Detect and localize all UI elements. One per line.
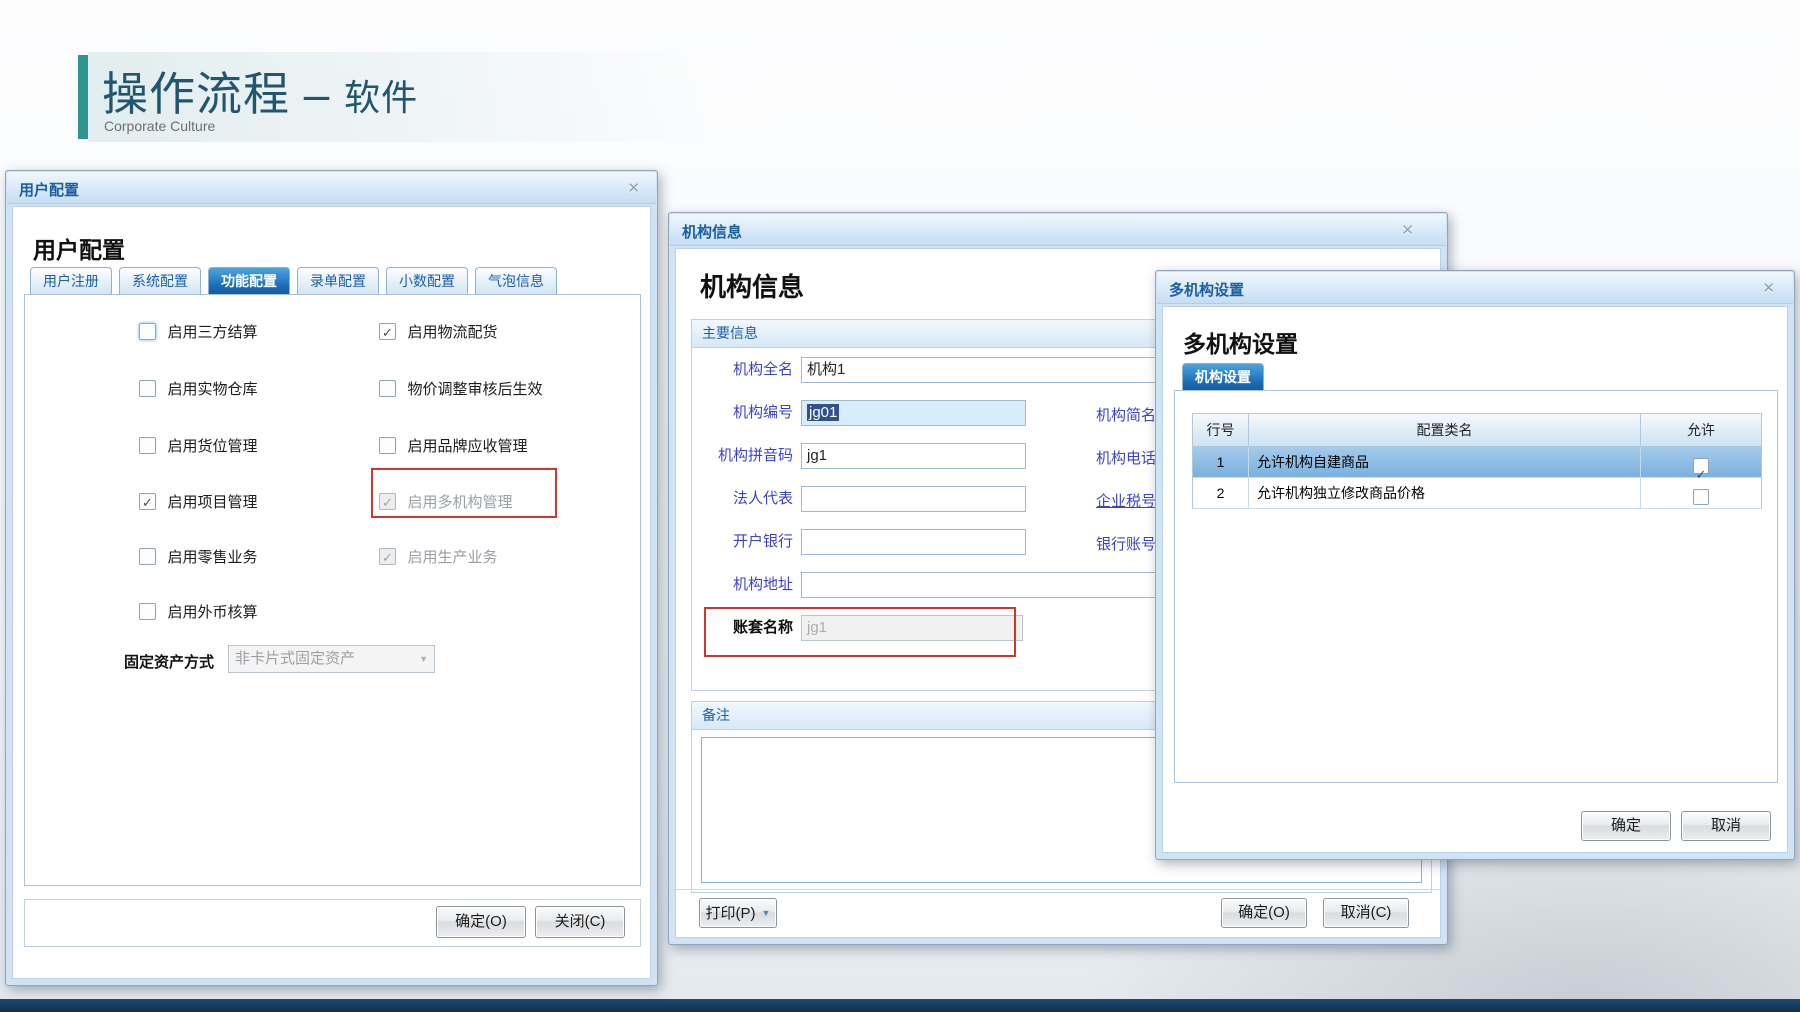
user-config-window-title: 用户配置 [19, 179, 79, 200]
page-subtitle: Corporate Culture [104, 118, 215, 134]
slide: 操作流程 – 软件 Corporate Culture 用户配置 ✕ 用户配置 … [0, 0, 1800, 1012]
page-title: 操作流程 – 软件 [102, 58, 418, 124]
checkbox-enable-bin-management[interactable]: 启用货位管理 [139, 435, 257, 455]
checkbox-icon[interactable] [139, 548, 156, 565]
checkbox-price-adjust-after-audit[interactable]: 物价调整审核后生效 [379, 378, 542, 398]
checkbox-enable-foreign-currency[interactable]: 启用外币核算 [139, 601, 257, 621]
fixed-asset-select[interactable]: 非卡片式固定资产 ▼ [228, 645, 435, 673]
ok-button[interactable]: 确定(O) [1221, 898, 1307, 928]
fixed-asset-value: 非卡片式固定资产 [235, 650, 355, 667]
bank-account-label: 银行账号 [1096, 533, 1156, 554]
tab-org-settings[interactable]: 机构设置 [1182, 363, 1264, 391]
checkbox-icon[interactable] [379, 437, 396, 454]
col-header-allow: 允许 [1641, 414, 1761, 447]
checkbox-icon[interactable] [139, 603, 156, 620]
col-header-row-number: 行号 [1193, 414, 1249, 447]
checkbox-enable-physical-warehouse[interactable]: 启用实物仓库 [139, 378, 257, 398]
checkbox-enable-logistics-distribution[interactable]: ✓ 启用物流配货 [379, 321, 497, 341]
org-phone-label: 机构电话 [1096, 447, 1156, 468]
page-title-main: 操作流程 – [102, 68, 330, 120]
ok-button[interactable]: 确定(O) [436, 906, 526, 938]
org-footer-divider [676, 889, 1440, 890]
multi-org-window-title: 多机构设置 [1169, 279, 1244, 300]
user-config-titlebar[interactable]: 用户配置 ✕ [7, 172, 656, 204]
checkbox-enable-brand-receivable[interactable]: 启用品牌应收管理 [379, 435, 527, 455]
tab-entry-config[interactable]: 录单配置 [297, 267, 379, 295]
checkbox-icon[interactable] [379, 380, 396, 397]
user-config-heading: 用户配置 [33, 231, 125, 265]
checkbox-icon[interactable]: ✓ [139, 493, 156, 510]
org-shortname-label: 机构简名 [1096, 404, 1156, 425]
cancel-button[interactable]: 取消(C) [1323, 898, 1409, 928]
org-code-input[interactable]: jg01 [801, 400, 1026, 426]
ok-button[interactable]: 确定 [1581, 811, 1671, 841]
title-accent-bar [78, 55, 88, 139]
tab-decimal-config[interactable]: 小数配置 [386, 267, 468, 295]
slide-bottom-bar [0, 999, 1800, 1012]
org-config-table: 行号 配置类名 允许 1 允许机构自建商品 ✓ 2 允许机构独立修改商品价格 [1192, 413, 1762, 509]
org-info-window-title: 机构信息 [682, 221, 742, 242]
multi-org-titlebar[interactable]: 多机构设置 ✕ [1157, 272, 1793, 304]
col-header-config-name: 配置类名 [1249, 414, 1641, 447]
tax-number-label: 企业税号 [1096, 490, 1156, 511]
checkbox-icon[interactable]: ✓ [1693, 458, 1709, 474]
checkbox-enable-production-business[interactable]: ✓ 启用生产业务 [379, 546, 497, 566]
tab-bubble-info[interactable]: 气泡信息 [475, 267, 557, 295]
checkbox-enable-third-party-settlement[interactable]: 启用三方结算 [139, 321, 257, 341]
highlight-box-multi-org [371, 468, 557, 518]
user-config-dialog: 用户配置 ✕ 用户配置 用户注册 系统配置 功能配置 录单配置 小数配置 气泡信… [5, 170, 658, 986]
page-title-accent: 软件 [344, 77, 418, 118]
checkbox-enable-project-management[interactable]: ✓ 启用项目管理 [139, 491, 257, 511]
function-config-panel [24, 294, 641, 886]
legal-rep-input[interactable] [801, 486, 1026, 512]
checkbox-icon[interactable] [139, 437, 156, 454]
multi-org-heading: 多机构设置 [1183, 325, 1298, 359]
multi-org-settings-dialog: 多机构设置 ✕ 多机构设置 机构设置 行号 配置类名 允许 1 允许机构自建商品… [1155, 270, 1795, 860]
org-pinyin-input[interactable]: jg1 [801, 443, 1026, 469]
print-button[interactable]: 打印(P)▼ [699, 898, 777, 928]
highlight-box-account-set-name [704, 607, 1016, 657]
table-header-row: 行号 配置类名 允许 [1193, 414, 1761, 447]
close-icon[interactable]: ✕ [1762, 279, 1775, 297]
tab-function-config[interactable]: 功能配置 [208, 267, 290, 295]
tab-user-register[interactable]: 用户注册 [30, 267, 112, 295]
close-icon[interactable]: ✕ [1401, 221, 1414, 239]
bank-input[interactable] [801, 529, 1026, 555]
table-row-allow-self-created-goods[interactable]: 1 允许机构自建商品 ✓ [1193, 447, 1761, 478]
checkbox-icon[interactable] [1693, 489, 1709, 505]
checkbox-icon[interactable]: ✓ [379, 323, 396, 340]
org-info-heading: 机构信息 [700, 267, 804, 304]
checkbox-enable-retail-business[interactable]: 启用零售业务 [139, 546, 257, 566]
org-info-titlebar[interactable]: 机构信息 ✕ [670, 214, 1446, 246]
checkbox-icon[interactable] [139, 323, 156, 340]
checkbox-icon[interactable] [139, 380, 156, 397]
close-button[interactable]: 关闭(C) [535, 906, 625, 938]
close-icon[interactable]: ✕ [627, 179, 640, 197]
table-row-allow-independent-price-change[interactable]: 2 允许机构独立修改商品价格 [1193, 478, 1761, 509]
checkbox-icon[interactable]: ✓ [379, 548, 396, 565]
tab-system-config[interactable]: 系统配置 [119, 267, 201, 295]
fixed-asset-label: 固定资产方式 [124, 651, 214, 672]
chevron-down-icon: ▼ [419, 646, 428, 672]
chevron-down-icon: ▼ [762, 908, 771, 918]
cancel-button[interactable]: 取消 [1681, 811, 1771, 841]
